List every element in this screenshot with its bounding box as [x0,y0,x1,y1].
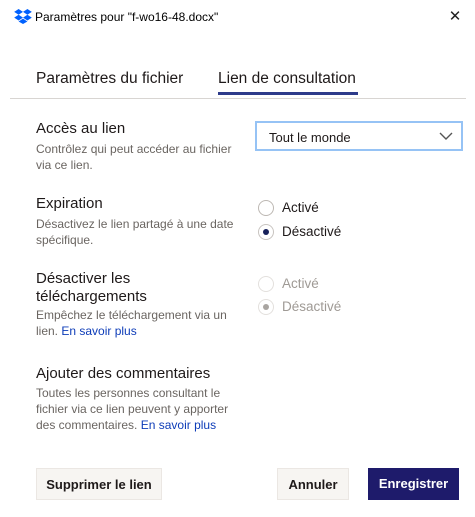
delete-link-button[interactable]: Supprimer le lien [36,468,162,500]
access-title: Accès au lien [36,120,126,137]
tab-file-settings[interactable]: Paramètres du fichier [36,70,183,88]
chevron-down-icon [439,132,453,140]
close-button[interactable]: ✕ [435,0,475,34]
comments-learn-more-link[interactable]: En savoir plus [141,418,216,432]
downloads-title: Désactiver les téléchargements [36,270,147,305]
dropbox-icon [14,9,32,24]
radio-label: Activé [282,276,319,291]
cancel-button[interactable]: Annuler [277,468,349,500]
access-select-value: Tout le monde [269,130,351,145]
expiration-description: Désactivez le lien partagé à une date sp… [36,217,234,247]
comments-description: Toutes les personnes consultant le fichi… [36,385,236,433]
close-icon: ✕ [448,8,462,25]
tab-bar: Paramètres du fichier Lien de consultati… [0,66,475,98]
access-select[interactable]: Tout le monde [255,121,463,151]
radio-label: Désactivé [282,299,342,314]
window-title: Paramètres pour "f-wo16-48.docx" [35,10,219,24]
radio-button-selected[interactable] [258,224,274,240]
radio-button-disabled[interactable] [258,276,274,292]
comments-title: Ajouter des commentaires [36,365,211,382]
radio-button-disabled-selected[interactable] [258,299,274,315]
expiration-title: Expiration [36,195,103,212]
radio-label: Désactivé [282,224,342,239]
active-tab-indicator [218,92,358,95]
radio-label: Activé [282,200,319,215]
tab-view-link[interactable]: Lien de consultation [218,70,356,88]
tabs-divider [10,98,466,99]
access-description: Contrôlez qui peut accéder au fichier vi… [36,142,232,172]
radio-button[interactable] [258,200,274,216]
downloads-learn-more-link[interactable]: En savoir plus [61,324,136,338]
downloads-description: Empêchez le téléchargement via un lien. … [36,307,236,339]
title-bar: Paramètres pour "f-wo16-48.docx" ✕ [0,0,475,38]
save-button[interactable]: Enregistrer [368,468,459,500]
